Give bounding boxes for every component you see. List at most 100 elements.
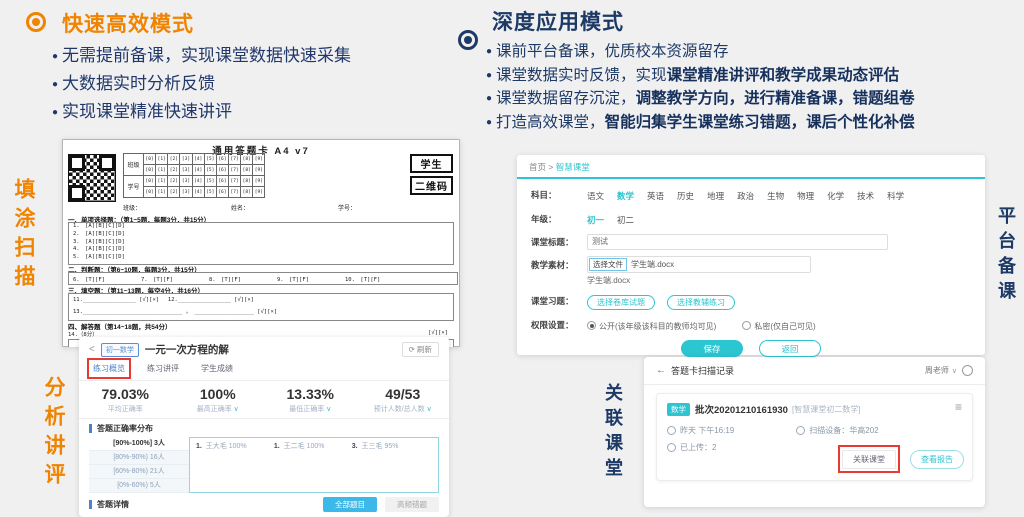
subject-option-英语[interactable]: 英语 <box>647 191 664 201</box>
digit-bubble: [6] <box>216 176 228 187</box>
exercise-button[interactable]: 选择教辅练习 <box>667 295 735 310</box>
digit-bubble: [3] <box>180 165 192 176</box>
subject-option-化学[interactable]: 化学 <box>827 191 844 201</box>
class-badge: 初一数学 <box>101 343 139 357</box>
digit-bubble: [8] <box>241 165 253 176</box>
batch-id: 批次20201210161930 <box>695 402 788 416</box>
dist-range-item[interactable]: [80%-90%) 16人 <box>89 451 189 465</box>
subject-label: 科目： <box>531 189 587 201</box>
bullet-dot: ● <box>486 46 492 57</box>
breadcrumb: 首页 > 智慧课堂 <box>517 155 985 177</box>
tab-练习概览[interactable]: 练习概览 <box>91 362 127 375</box>
digit-bubble: [2] <box>168 176 180 187</box>
upload-icon <box>667 443 676 452</box>
return-button[interactable]: 返回 <box>759 340 821 357</box>
refresh-button[interactable]: ⟳ 刷新 <box>402 342 439 357</box>
choose-file-button[interactable]: 选择文件 <box>589 258 627 271</box>
deep-mode-icon <box>458 30 478 50</box>
judge-item: 7. [T][F] <box>141 275 173 283</box>
uploaded-file-name: 学生端.docx <box>587 275 971 286</box>
subject-option-政治[interactable]: 政治 <box>737 191 754 201</box>
id-row-label: 班级 <box>124 154 144 176</box>
digit-bubble: [5] <box>204 176 216 187</box>
subject-option-生物[interactable]: 生物 <box>767 191 784 201</box>
all-questions-button[interactable]: 全部题目 <box>323 497 377 512</box>
avatar-icon <box>962 365 973 376</box>
label-analysis-review: 分析讲评 <box>38 376 68 492</box>
bullet-text: 课前平台备课，优质校本资源留存 <box>496 43 729 60</box>
analysis-header: < 初一数学 一元一次方程的解 ⟳ 刷新 <box>79 337 449 359</box>
menu-icon[interactable]: ≡ <box>955 400 962 414</box>
digit-bubble: [9] <box>253 187 265 198</box>
analysis-panel: < 初一数学 一元一次方程的解 ⟳ 刷新 练习概览 练习讲评 学生成绩 79.03%… <box>79 337 449 517</box>
permission-option[interactable]: 公开(该年级该科目的教师均可见) <box>587 322 716 331</box>
subject-option-科学[interactable]: 科学 <box>887 191 904 201</box>
user-dropdown[interactable]: 周老师 ∨ <box>925 365 973 376</box>
bullet-item: ●打造高效课堂，智能归集学生课堂练习错题，课后个性化补偿 <box>486 111 915 135</box>
grade-option-初一[interactable]: 初一 <box>587 215 604 225</box>
digit-bubble: [7] <box>228 165 240 176</box>
permission-option-label: 私密(仅自己可见) <box>754 322 815 331</box>
bullet-text: 课堂数据留存沉淀， <box>496 90 636 107</box>
choice-row: 3. [A][B][C][D] <box>69 239 453 247</box>
radio-icon[interactable] <box>742 321 751 330</box>
digit-bubble: [9] <box>253 165 265 176</box>
stat-label: 最高正确率 ∨ <box>172 404 265 414</box>
dist-range-item[interactable]: [60%-80%) 21人 <box>89 465 189 479</box>
permission-option[interactable]: 私密(仅自己可见) <box>742 322 815 331</box>
breadcrumb-current: 智慧课堂 <box>556 162 590 172</box>
tab-学生成绩[interactable]: 学生成绩 <box>199 362 235 375</box>
breadcrumb-home[interactable]: 首页 <box>529 162 546 172</box>
sheet-info-label: 姓名： <box>231 203 249 212</box>
grade-option-初二[interactable]: 初二 <box>617 215 634 225</box>
student-pct: 100% <box>229 443 247 450</box>
digit-bubble: [3] <box>180 176 192 187</box>
class-title-input[interactable]: 测试 <box>587 234 888 250</box>
bullet-dot: ● <box>52 51 58 62</box>
stat-block: 100%最高正确率 ∨ <box>172 386 265 414</box>
tab-练习讲评[interactable]: 练习讲评 <box>145 362 181 375</box>
batch-note: [智慧课堂初二数学] <box>792 404 860 415</box>
chevron-down-icon: ∨ <box>952 367 957 375</box>
stat-value: 49/53 <box>357 386 450 402</box>
digit-bubble: [0] <box>144 187 156 198</box>
subject-option-地理[interactable]: 地理 <box>707 191 724 201</box>
label-platform-prep: 平台备课 <box>993 206 1019 306</box>
link-class-button[interactable]: 关联课堂 <box>842 450 896 469</box>
dist-section-header: 答题正确率分布 <box>79 419 449 437</box>
radio-icon[interactable] <box>587 321 596 330</box>
subject-option-数学[interactable]: 数学 <box>617 191 634 201</box>
exercise-buttons: 选择卷库试题选择教辅练习 <box>587 292 747 310</box>
judge-item: 10. [T][F] <box>345 275 380 283</box>
bullet-item: ● 课前平台备课，优质校本资源留存 <box>486 40 915 64</box>
divider <box>644 384 985 385</box>
batch-card: 数学 批次20201210161930 [智慧课堂初二数学] ≡ 昨天 下午16… <box>656 393 973 481</box>
stat-value: 79.03% <box>79 386 172 402</box>
frequent-errors-button[interactable]: 高频错题 <box>385 497 439 512</box>
bullet-text-bold: 智能归集学生课堂练习错题，课后个性化补偿 <box>605 114 915 131</box>
subject-option-历史[interactable]: 历史 <box>677 191 694 201</box>
chevron-down-icon[interactable]: ∨ <box>425 406 432 413</box>
dist-range-item[interactable]: [90%-100%] 3人 <box>89 437 189 451</box>
deep-mode-title: 深度应用模式 <box>492 6 624 36</box>
qr-code <box>68 154 116 202</box>
chevron-down-icon[interactable]: ∨ <box>232 406 239 413</box>
exercise-button[interactable]: 选择卷库试题 <box>587 295 655 310</box>
subject-option-语文[interactable]: 语文 <box>587 191 604 201</box>
chevron-down-icon[interactable]: ∨ <box>324 406 331 413</box>
stamp-line1: 学生 <box>410 154 453 173</box>
back-arrow-icon[interactable]: ← <box>656 365 666 376</box>
grade-options: 初一 初二 <box>587 210 647 228</box>
subject-option-物理[interactable]: 物理 <box>797 191 814 201</box>
dist-range-item[interactable]: [0%-60%) 5人 <box>89 479 189 493</box>
save-button[interactable]: 保存 <box>681 340 743 357</box>
digit-bubble: [0] <box>144 154 156 165</box>
material-file-input[interactable]: 选择文件 学生端.docx <box>587 256 811 273</box>
digit-bubble: [2] <box>168 165 180 176</box>
subject-option-技术[interactable]: 技术 <box>857 191 874 201</box>
view-report-button[interactable]: 查看报告 <box>910 450 964 469</box>
material-label: 教学素材： <box>531 259 587 271</box>
back-icon[interactable]: < <box>89 344 95 355</box>
digit-bubble: [6] <box>216 165 228 176</box>
subject-options: 语文 数学 英语 历史 地理 政治 生物 物理 化学 技术 科学 <box>587 186 917 204</box>
